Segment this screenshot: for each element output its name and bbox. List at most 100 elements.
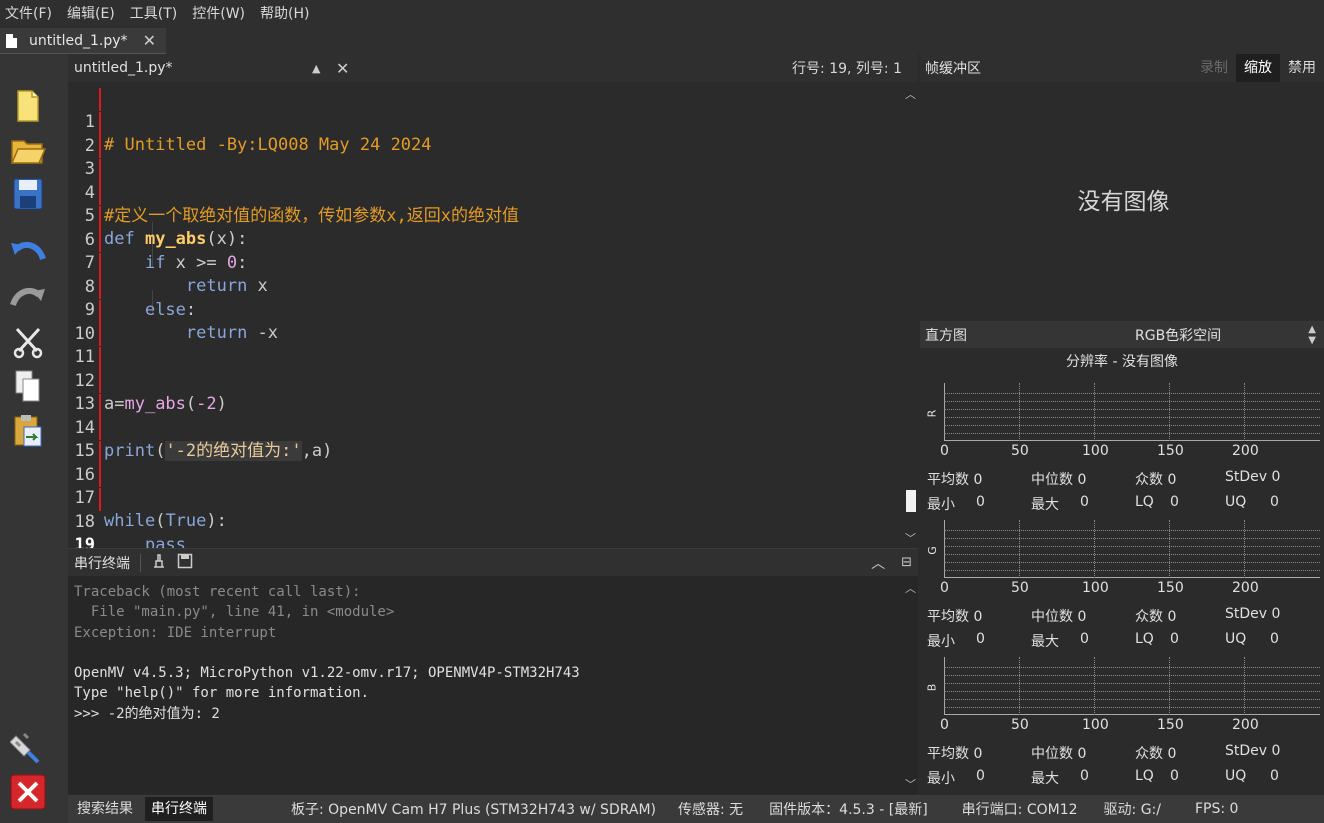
redo-icon[interactable] xyxy=(8,276,48,316)
terminal-line: Traceback (most recent call last): xyxy=(74,584,361,600)
editor-close-icon[interactable]: ✕ xyxy=(336,59,360,78)
stat-min-value: 0 xyxy=(976,631,985,647)
record-button[interactable]: 录制 xyxy=(1192,54,1236,82)
clear-icon[interactable] xyxy=(151,553,167,573)
cut-icon[interactable] xyxy=(8,322,48,362)
file-tab-name: untitled_1.py* xyxy=(29,32,128,49)
colorspace-select[interactable]: RGB色彩空间 xyxy=(1135,325,1221,345)
menu-widgets[interactable]: 控件(W) xyxy=(191,0,253,28)
editor-scrollbar[interactable]: ︿ ﹀ xyxy=(902,82,918,548)
sort-arrows-icon[interactable]: ▲ xyxy=(312,62,332,75)
file-tab[interactable]: untitled_1.py* ✕ xyxy=(0,28,166,54)
axis-tick: 50 xyxy=(1011,717,1029,733)
save-icon[interactable] xyxy=(8,174,48,214)
terminal-line: Type "help()" for more information. xyxy=(74,685,370,702)
stat-uq-label: UQ xyxy=(1225,631,1247,647)
scroll-down-icon[interactable]: ﹀ xyxy=(905,530,916,546)
serial-terminal[interactable]: Traceback (most recent call last): File … xyxy=(68,576,902,794)
serial-port-info[interactable]: 串行端口: COM12 xyxy=(962,799,1078,819)
stat-mode: 众数 0 xyxy=(1135,746,1177,762)
stat-lq-value: 0 xyxy=(1170,494,1179,510)
select-arrows-icon[interactable]: ▲ ▼ xyxy=(1308,324,1316,346)
code-line: 12 a=my_abs(-2) xyxy=(68,346,902,414)
close-icon[interactable]: ✕ xyxy=(143,31,156,50)
terminal-line: Exception: IDE interrupt xyxy=(74,624,277,641)
collapse-icon[interactable]: ︿ xyxy=(871,553,885,573)
code-editor[interactable]: 1 # Untitled -By:LQ008 May 24 2024 2 3 4… xyxy=(68,82,902,555)
axis-tick: 100 xyxy=(1082,717,1109,733)
scroll-down-icon[interactable]: ﹀ xyxy=(905,776,916,792)
stat-max-label: 最大 xyxy=(1031,634,1059,650)
new-file-icon[interactable] xyxy=(8,86,48,126)
open-folder-icon[interactable] xyxy=(8,130,48,170)
axis-tick: 200 xyxy=(1232,443,1259,459)
code-line: 4 #定义一个取绝对值的函数，传如参数x,返回x的绝对值 xyxy=(68,158,902,226)
board-info[interactable]: 板子: OpenMV Cam H7 Plus (STM32H743 w/ SDR… xyxy=(291,799,656,819)
stat-max-label: 最大 xyxy=(1031,497,1059,513)
search-results-tab[interactable]: 搜索结果 xyxy=(71,797,139,821)
no-image-label: 没有图像 xyxy=(1077,189,1170,215)
menu-edit[interactable]: 编辑(E) xyxy=(66,0,123,28)
framebuffer-view: 没有图像 xyxy=(920,82,1324,320)
stat-mode: 众数 0 xyxy=(1135,472,1177,488)
terminal-title: 串行终端 xyxy=(74,555,130,572)
code-line: 17 while(True): xyxy=(68,464,902,531)
editor-filename[interactable]: untitled_1.py* xyxy=(74,60,312,76)
stat-median: 中位数 0 xyxy=(1031,609,1087,625)
channel-label: B xyxy=(925,683,939,692)
paste-icon[interactable] xyxy=(8,411,48,451)
stat-mean: 平均数 0 xyxy=(927,609,983,625)
code-line: 8 else: xyxy=(68,252,902,320)
save-log-icon[interactable] xyxy=(177,553,193,573)
connect-icon[interactable] xyxy=(8,727,48,767)
stat-uq-label: UQ xyxy=(1225,494,1247,510)
stat-max-label: 最大 xyxy=(1031,771,1059,787)
terminal-scrollbar[interactable]: ︿ ﹀ xyxy=(902,576,918,794)
status-bar: 搜索结果 串行终端 板子: OpenMV Cam H7 Plus (STM32H… xyxy=(68,795,1324,823)
menu-tools[interactable]: 工具(T) xyxy=(129,0,185,28)
scroll-thumb[interactable] xyxy=(906,490,916,512)
axis-tick: 100 xyxy=(1082,443,1109,459)
code-line: 10 xyxy=(68,299,902,344)
code-line: 19 xyxy=(68,511,902,555)
channel-label: R xyxy=(925,409,939,418)
axis-tick: 100 xyxy=(1082,580,1109,596)
cursor-position: 行号: 19, 列号: 1 xyxy=(792,61,902,77)
stat-lq-value: 0 xyxy=(1170,768,1179,784)
axis-tick: 150 xyxy=(1157,580,1184,596)
code-line: 1 # Untitled -By:LQ008 May 24 2024 xyxy=(68,88,902,155)
menu-help[interactable]: 帮助(H) xyxy=(259,0,317,28)
stat-stdev: StDev 0 xyxy=(1225,469,1281,485)
axis-tick: 0 xyxy=(940,443,949,459)
stat-max-value: 0 xyxy=(1080,768,1089,784)
firmware-info[interactable]: 固件版本：4.5.3 - [最新] xyxy=(769,799,928,819)
code-line: 13 xyxy=(68,370,902,414)
sensor-info: 传感器: 无 xyxy=(678,802,744,818)
stat-mean: 平均数 0 xyxy=(927,472,983,488)
axis-tick: 200 xyxy=(1232,580,1259,596)
copy-icon[interactable] xyxy=(8,367,48,407)
code-line: 16 xyxy=(68,440,902,485)
zoom-button[interactable]: 缩放 xyxy=(1236,54,1280,82)
stop-icon[interactable] xyxy=(8,772,48,812)
code-line: 2 xyxy=(68,111,902,156)
stat-median: 中位数 0 xyxy=(1031,746,1087,762)
framebuffer-header: 帧缓冲区 录制 缩放 禁用 xyxy=(920,54,1324,82)
menu-file[interactable]: 文件(F) xyxy=(4,0,60,28)
histogram-resolution: 分辨率 - 没有图像 xyxy=(1066,354,1178,370)
code-line: 6 if x >= 0: xyxy=(68,205,902,273)
code-line: 3 xyxy=(68,135,902,179)
disable-button[interactable]: 禁用 xyxy=(1280,54,1324,82)
scroll-up-icon[interactable]: ︿ xyxy=(905,580,916,596)
stat-max-value: 0 xyxy=(1080,494,1089,510)
serial-terminal-tab[interactable]: 串行终端 xyxy=(145,797,213,821)
editor-header: untitled_1.py* ▲ ✕ 行号: 19, 列号: 1 xyxy=(68,54,918,82)
drive-info[interactable]: 驱动: G:/ xyxy=(1104,799,1161,819)
code-line: 7 return x xyxy=(68,229,902,296)
minimize-icon[interactable]: ⊟ xyxy=(901,555,912,570)
scroll-up-icon[interactable]: ︿ xyxy=(905,86,916,102)
undo-icon[interactable] xyxy=(8,230,48,270)
code-line: 5 def my_abs(x): xyxy=(68,182,902,249)
stat-min-value: 0 xyxy=(976,768,985,784)
